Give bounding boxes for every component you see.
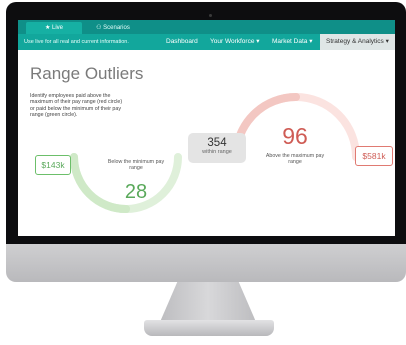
- camera: [209, 14, 212, 17]
- above-range-count: 96: [282, 123, 308, 149]
- monitor-base: [144, 320, 274, 336]
- within-range-card: 354 within range: [188, 133, 246, 163]
- screen: ★ Live ⚇ Scenarios Use live for all real…: [18, 20, 395, 236]
- range-gauge: [70, 93, 360, 213]
- above-range-amount: $581k: [355, 146, 393, 166]
- below-range-label: Below the minimum pay range: [107, 159, 165, 172]
- monitor-chin: [6, 244, 406, 282]
- monitor-neck: [160, 282, 256, 322]
- within-range-label: within range: [202, 149, 232, 155]
- below-range-amount: $143k: [35, 155, 71, 175]
- below-range-count: 28: [124, 181, 148, 203]
- above-range-label: Above the maximum pay range: [265, 153, 325, 166]
- within-range-count: 354: [207, 137, 227, 149]
